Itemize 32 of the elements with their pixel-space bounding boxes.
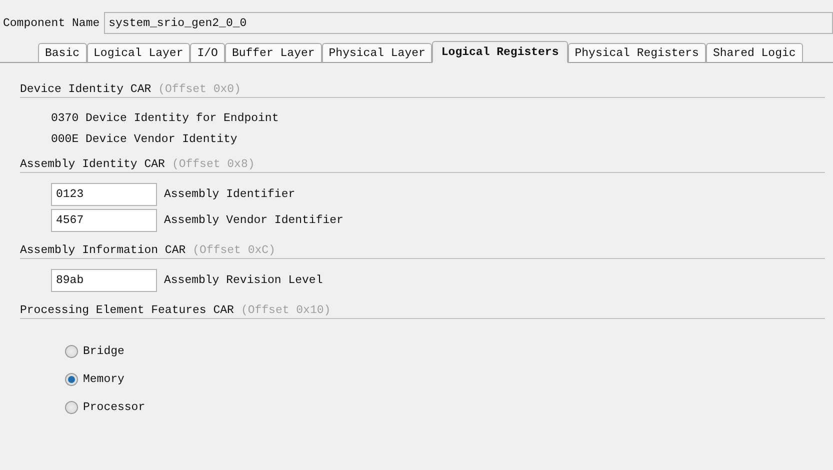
field-label: Assembly Identifier [164,188,296,201]
radio-button[interactable] [65,345,78,358]
section-title: Assembly Information CAR [20,244,186,257]
tab[interactable]: Physical Registers [568,43,706,63]
info-text: 0370 Device Identity for Endpoint [51,112,280,125]
tab[interactable]: Logical Layer [86,43,190,63]
field-label: Assembly Revision Level [164,274,323,287]
input-field[interactable]: 89ab [51,269,157,292]
tab[interactable]: Physical Layer [322,43,432,63]
tab[interactable]: Logical Registers [432,41,568,63]
section-title: Assembly Identity CAR [20,158,165,171]
info-text: 000E Device Vendor Identity [51,133,238,146]
tab[interactable]: Buffer Layer [224,43,322,63]
tab[interactable]: I/O [190,43,225,63]
radio-button[interactable] [65,401,78,414]
radio-label[interactable]: Processor [83,401,146,414]
section-title: Processing Element Features CAR [20,304,234,317]
tab[interactable]: Shared Logic [706,43,803,63]
offset-label: (Offset 0x8) [172,158,255,171]
tab[interactable]: Basic [38,43,87,63]
input-field[interactable]: 4567 [51,209,157,232]
radio-label[interactable]: Bridge [83,345,124,358]
offset-label: (Offset 0x10) [240,304,331,317]
field-label: Assembly Vendor Identifier [164,214,344,227]
section-title: Device Identity CAR [20,83,152,96]
input-field[interactable]: 0123 [51,183,157,206]
component-name-label: Component Name [3,16,100,30]
radio-label[interactable]: Memory [83,373,124,386]
component-name-field[interactable]: system_srio_gen2_0_0 [104,12,833,34]
radio-button[interactable] [65,373,78,386]
offset-label: (Offset 0x0) [158,83,241,96]
offset-label: (Offset 0xC) [192,244,276,257]
